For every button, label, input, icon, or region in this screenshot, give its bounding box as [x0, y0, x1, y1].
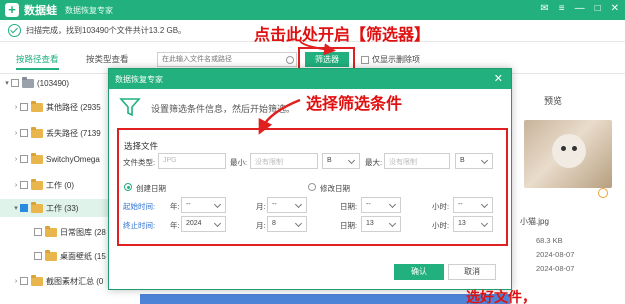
- expand-arrow-icon[interactable]: ▾: [3, 79, 11, 87]
- preview-title: 预览: [544, 96, 563, 106]
- drive-icon: [22, 76, 34, 88]
- app-logo: +: [5, 3, 19, 17]
- checkbox-icon[interactable]: [34, 252, 42, 260]
- folder-icon: [31, 126, 43, 138]
- tree-item-label: (103490): [37, 78, 70, 88]
- preview-panel: 预览 小猫.jpg 68.3 KB 2024-08-07 2024-08-07: [510, 74, 625, 304]
- checkbox-icon[interactable]: [20, 129, 28, 137]
- show-deleted-checkbox[interactable]: 仅显示删除项: [361, 54, 420, 65]
- maximize-icon[interactable]: □: [595, 3, 601, 14]
- expand-arrow-icon[interactable]: ›: [12, 278, 20, 285]
- app-subtitle: 数据恢复专家: [65, 5, 113, 15]
- zoom-icon[interactable]: [598, 188, 608, 198]
- confirm-button[interactable]: 确认: [394, 264, 444, 280]
- dialog-description: 设置筛选条件信息，然后开始筛选。: [151, 104, 296, 114]
- folder-icon: [45, 249, 57, 261]
- expand-arrow-icon[interactable]: ›: [12, 156, 20, 163]
- dialog-title-bar: 数据恢复专家 ✕: [109, 69, 511, 89]
- minimize-icon[interactable]: —: [575, 3, 585, 14]
- preview-date-created: 2024-08-07: [536, 250, 575, 259]
- dialog-close-icon[interactable]: ✕: [494, 72, 503, 85]
- app-name: 数据蛙: [24, 5, 57, 17]
- tree-item-label: 工作 (33): [46, 203, 79, 213]
- tree-item[interactable]: › 丢失路径 (7139: [0, 124, 118, 142]
- tree-item[interactable]: › 其他路径 (2935: [0, 98, 118, 116]
- search-input[interactable]: [157, 52, 297, 67]
- tree-item-label: 截图素材汇总 (0: [46, 276, 104, 286]
- expand-arrow-icon[interactable]: ›: [12, 130, 20, 137]
- tree-item[interactable]: 桌面壁纸 (15: [0, 247, 118, 265]
- tab-by-type[interactable]: 按类型查看: [86, 53, 129, 65]
- checkbox-icon[interactable]: [20, 103, 28, 111]
- tree-item-label: 丢失路径 (7139: [46, 128, 101, 138]
- folder-icon: [45, 225, 57, 237]
- annotation-open-filter: 点击此处开启【筛选器】: [254, 27, 431, 44]
- tree-item[interactable]: 日常图库 (28: [0, 223, 118, 241]
- tree-item-label: 工作 (0): [46, 180, 74, 190]
- folder-icon: [31, 201, 43, 213]
- expand-arrow-icon[interactable]: ›: [12, 104, 20, 111]
- window-controls: ✉ ≡ — □ ✕: [540, 3, 619, 14]
- folder-icon: [31, 178, 43, 190]
- tree-item[interactable]: › SwitchyOmega: [0, 150, 118, 168]
- checkbox-icon[interactable]: [34, 228, 42, 236]
- filter-button[interactable]: 筛选器: [305, 52, 349, 67]
- tree-item[interactable]: ▾ 工作 (33): [0, 199, 118, 217]
- checkbox-icon[interactable]: [20, 277, 28, 285]
- file-row-selected[interactable]: [140, 294, 510, 304]
- folder-icon: [31, 152, 43, 164]
- check-circle-icon: [8, 24, 21, 37]
- tree-item[interactable]: › 截图素材汇总 (0: [0, 272, 118, 290]
- checkbox-icon[interactable]: [20, 155, 28, 163]
- preview-image: [524, 120, 612, 188]
- annotation-after-choose: 选好文件，: [466, 289, 536, 304]
- conditions-annotation-box: [117, 128, 508, 246]
- kitten-icon: [552, 134, 586, 168]
- cancel-button[interactable]: 取消: [448, 264, 496, 280]
- menu-icon[interactable]: ≡: [559, 3, 565, 14]
- checkbox-icon[interactable]: [20, 204, 28, 212]
- tree-item-label: 其他路径 (2935: [46, 102, 101, 112]
- folder-icon: [31, 274, 43, 286]
- tree-item[interactable]: › 工作 (0): [0, 176, 118, 194]
- checkbox-icon[interactable]: [11, 79, 19, 87]
- title-bar: + 数据蛙 数据恢复专家 ✉ ≡ — □ ✕: [0, 0, 625, 20]
- folder-icon: [31, 100, 43, 112]
- mail-icon[interactable]: ✉: [540, 3, 548, 14]
- dialog-title: 数据恢复专家: [115, 75, 163, 84]
- checkbox-icon[interactable]: [361, 55, 369, 64]
- checkbox-icon[interactable]: [20, 181, 28, 189]
- tree-item[interactable]: ▾ (103490): [0, 74, 118, 92]
- annotation-choose-conditions: 选择筛选条件: [306, 96, 403, 113]
- show-deleted-label: 仅显示删除项: [372, 55, 420, 64]
- search-icon[interactable]: [286, 56, 294, 64]
- tree-item-label: 日常图库 (28: [60, 227, 106, 237]
- tree-item-label: SwitchyOmega: [46, 154, 100, 164]
- folder-tree: ▾ (103490) › 其他路径 (2935 › 丢失路径 (7139 › S…: [0, 74, 118, 304]
- tree-item-label: 桌面壁纸 (15: [60, 251, 106, 261]
- preview-file-size: 68.3 KB: [536, 236, 563, 245]
- expand-arrow-icon[interactable]: ›: [12, 182, 20, 189]
- tab-by-path[interactable]: 按路径查看: [16, 53, 59, 70]
- expand-arrow-icon[interactable]: ▾: [12, 204, 20, 212]
- scan-status-text: 扫描完成，找到103490个文件共计13.2 GB。: [26, 26, 187, 35]
- funnel-icon: [119, 98, 141, 117]
- preview-date-modified: 2024-08-07: [536, 264, 575, 273]
- close-icon[interactable]: ✕: [611, 3, 619, 14]
- preview-file-name: 小猫.jpg: [520, 217, 549, 226]
